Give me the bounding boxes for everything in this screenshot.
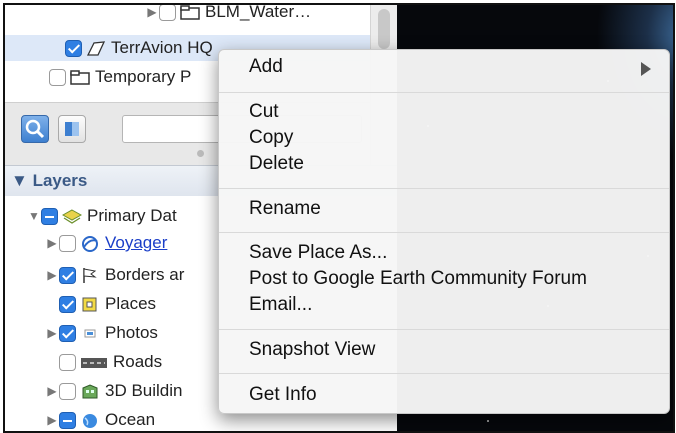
checkbox[interactable] [59, 295, 76, 313]
layer-item-photos[interactable]: ▶ Photos [45, 320, 158, 346]
menu-item-copy[interactable]: Copy [249, 126, 293, 150]
menu-separator [219, 232, 669, 233]
layer-item-label: Primary Dat [87, 206, 177, 225]
panel-icon [65, 122, 79, 136]
menu-item-email[interactable]: Email... [249, 293, 312, 317]
expand-triangle-icon[interactable]: ▶ [145, 5, 159, 19]
submenu-arrow-icon [641, 62, 651, 76]
layer-item-label: Places [105, 294, 157, 313]
checkbox[interactable] [59, 382, 76, 400]
directions-button[interactable] [58, 115, 86, 143]
flag-icon [80, 267, 100, 284]
layer-item-roads[interactable]: Roads [59, 349, 162, 375]
menu-item-snapshot-view[interactable]: Snapshot View [249, 338, 375, 362]
expand-triangle-icon[interactable]: ▶ [45, 384, 59, 398]
building-icon [80, 383, 100, 400]
search-button[interactable] [21, 115, 49, 143]
ocean-globe-icon [80, 412, 100, 429]
expand-triangle-icon[interactable]: ▶ [45, 236, 59, 250]
menu-item-post-forum[interactable]: Post to Google Earth Community Forum [249, 267, 587, 291]
search-icon [25, 119, 45, 139]
places-item-blm-water[interactable]: ▶ BLM_Water… [145, 3, 312, 25]
checkbox[interactable] [59, 353, 76, 371]
folder-icon [180, 5, 200, 21]
places-item-label: Temporary P [95, 67, 192, 86]
polygon-icon [86, 40, 106, 57]
menu-item-delete[interactable]: Delete [249, 152, 304, 176]
layer-item-primary-database[interactable]: ▼ Primary Dat [27, 203, 177, 229]
checkbox[interactable] [59, 411, 76, 429]
checkbox[interactable] [59, 234, 76, 252]
menu-item-rename[interactable]: Rename [249, 197, 321, 221]
voyager-icon [80, 235, 100, 252]
layer-item-voyager[interactable]: ▶ Voyager [45, 230, 167, 256]
layer-item-label: Ocean [105, 410, 156, 429]
layer-item-label: Photos [105, 323, 158, 342]
places-item-temporary[interactable]: Temporary P [49, 64, 191, 90]
place-marker-icon [80, 296, 100, 313]
checkbox[interactable] [59, 324, 76, 342]
places-item-label: BLM_Water… [205, 3, 312, 21]
layer-item-places[interactable]: Places [59, 291, 156, 317]
collapse-triangle-icon[interactable]: ▼ [27, 209, 41, 223]
layer-item-borders[interactable]: ▶ Borders ar [45, 262, 184, 288]
expand-triangle-icon[interactable]: ▶ [45, 268, 59, 282]
expand-triangle-icon[interactable]: ▶ [45, 326, 59, 340]
checkbox[interactable] [49, 68, 66, 86]
checkbox[interactable] [65, 39, 82, 57]
star [487, 420, 489, 422]
expand-triangle-icon[interactable]: ▶ [45, 413, 59, 427]
splitter-handle[interactable] [197, 150, 204, 157]
layers-title-text: Layers [32, 171, 88, 190]
menu-item-get-info[interactable]: Get Info [249, 383, 317, 407]
layer-item-label: Roads [113, 352, 163, 371]
road-icon [80, 354, 108, 371]
layer-item-label: Borders ar [105, 265, 185, 284]
menu-item-save-place-as[interactable]: Save Place As... [249, 241, 387, 265]
checkbox[interactable] [59, 266, 76, 284]
app-window: ▶ BLM_Water… TerrAvion HQ Temporary P ▼ … [3, 3, 675, 433]
layers-stack-icon [61, 208, 83, 225]
photo-icon [80, 325, 100, 342]
layer-item-label[interactable]: Voyager [105, 233, 167, 253]
menu-item-cut[interactable]: Cut [249, 100, 279, 124]
checkbox[interactable] [41, 207, 58, 225]
scroll-thumb[interactable] [378, 9, 390, 49]
folder-icon [70, 69, 90, 86]
layer-item-ocean[interactable]: ▶ Ocean [45, 407, 156, 431]
layer-item-3d-buildings[interactable]: ▶ 3D Buildin [45, 378, 183, 404]
places-item-label: TerrAvion HQ [111, 38, 213, 57]
menu-separator [219, 188, 669, 189]
menu-separator [219, 92, 669, 93]
checkbox[interactable] [159, 5, 176, 21]
layer-item-label: 3D Buildin [105, 381, 183, 400]
menu-separator [219, 329, 669, 330]
menu-item-add[interactable]: Add [249, 55, 639, 79]
menu-separator [219, 373, 669, 374]
layers-title: ▼ Layers [11, 171, 88, 190]
menu-item-label: Add [249, 56, 283, 77]
context-menu: Add Cut Copy Delete Rename Save Place As… [218, 49, 670, 414]
